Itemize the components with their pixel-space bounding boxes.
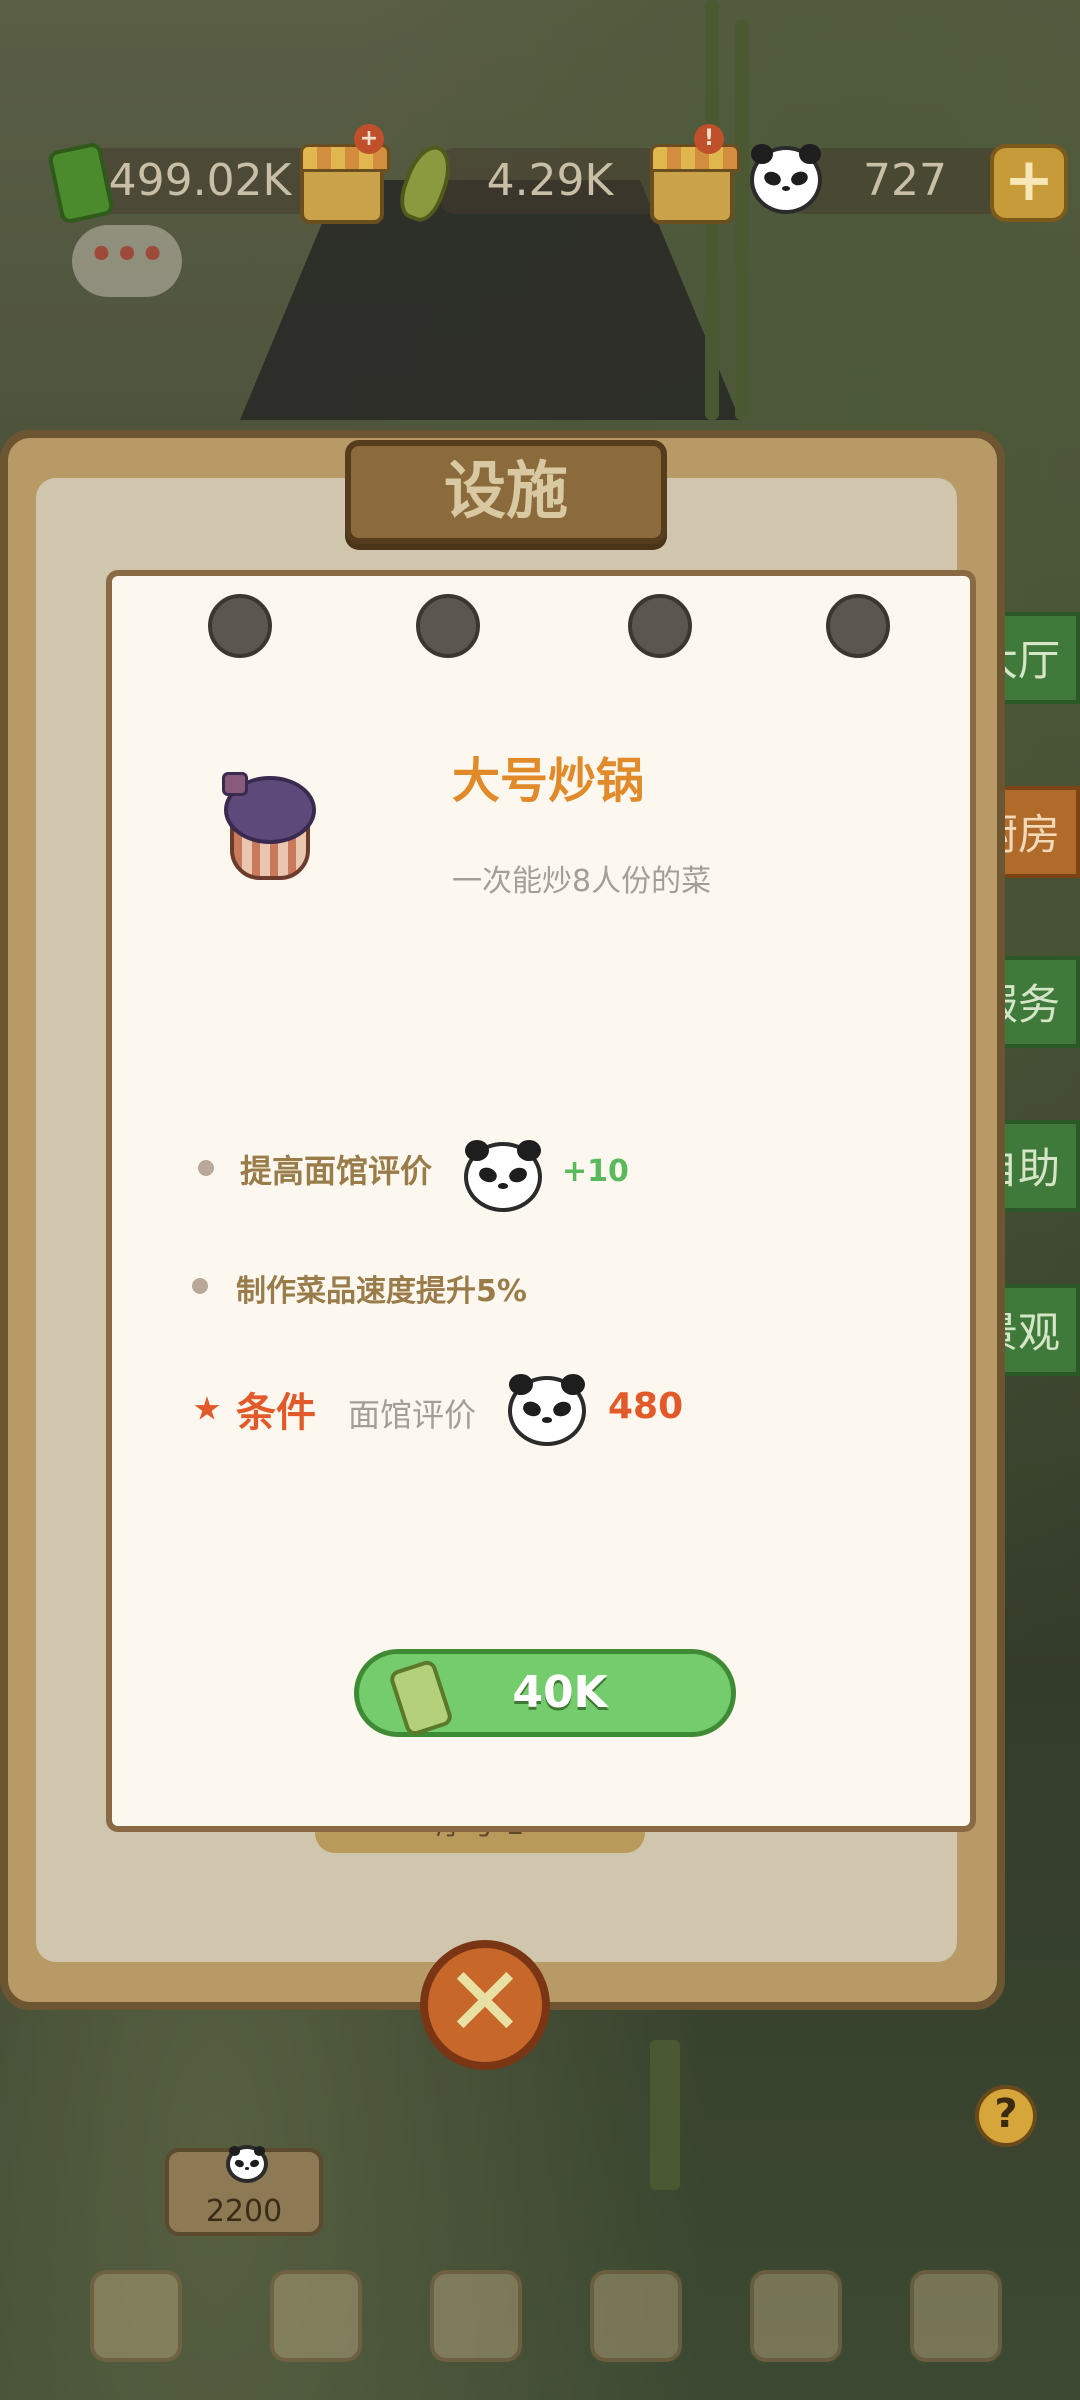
- panda-icon: [226, 2145, 268, 2183]
- recipe-book-icon[interactable]: [430, 2270, 522, 2362]
- binder-ring: [208, 594, 272, 658]
- panda-icon: [750, 144, 822, 214]
- close-button[interactable]: ✕: [420, 1940, 550, 2070]
- bowl-icon[interactable]: [270, 2270, 362, 2362]
- perk-bullet: [198, 1160, 214, 1176]
- shoot-amount: 4.29K: [486, 155, 614, 206]
- condition-value: 480: [608, 1386, 684, 1427]
- shop-cart-icon[interactable]: [910, 2270, 1002, 2362]
- notify-badge: !: [694, 124, 724, 154]
- binder-ring: [628, 594, 692, 658]
- perk-speed-text: 制作菜品速度提升5%: [236, 1274, 527, 1309]
- facility-name: 大号炒锅: [452, 753, 645, 809]
- binder-ring: [416, 594, 480, 658]
- rating-counter: 727: [790, 148, 1020, 214]
- bamboo-counter: 499.02K: [85, 148, 315, 214]
- chat-bubble: •••: [72, 225, 182, 297]
- panda-icon: [464, 1139, 542, 1212]
- help-icon[interactable]: ?: [975, 2085, 1037, 2147]
- wok-icon: [220, 772, 320, 896]
- shop-icon[interactable]: !: [650, 124, 740, 224]
- bamboo-amount: 499.02K: [108, 155, 292, 206]
- plus-button[interactable]: +: [990, 144, 1068, 222]
- condition-text: 面馆评价: [348, 1396, 477, 1434]
- staff-card-icon[interactable]: [750, 2270, 842, 2362]
- perk-rating-value: +10: [562, 1154, 629, 1189]
- shop-icon[interactable]: +: [300, 124, 390, 224]
- binder-ring: [826, 594, 890, 658]
- facility-detail-card: 大号炒锅 一次能炒8人份的菜 提高面馆评价 +10 制作菜品速度提升5% 条件 …: [106, 570, 976, 1832]
- condition-label: 条件: [236, 1390, 316, 1436]
- notify-badge: +: [354, 124, 384, 154]
- perk-rating-text: 提高面馆评价: [240, 1152, 433, 1190]
- buy-price: 40K: [512, 1667, 608, 1718]
- star-icon: [194, 1396, 220, 1420]
- bag-icon[interactable]: [590, 2270, 682, 2362]
- perk-bullet: [192, 1278, 208, 1294]
- facility-description: 一次能炒8人份的菜: [452, 864, 712, 899]
- map-icon[interactable]: [90, 2270, 182, 2362]
- panda-icon: [508, 1373, 586, 1446]
- buy-button[interactable]: 40K: [354, 1649, 736, 1738]
- rating-amount: 727: [863, 155, 947, 206]
- shoot-counter: 4.29K: [440, 148, 660, 214]
- panel-title: 设施: [345, 440, 667, 544]
- resource-bar: 499.02K + 4.29K ! 727 +: [0, 124, 1080, 227]
